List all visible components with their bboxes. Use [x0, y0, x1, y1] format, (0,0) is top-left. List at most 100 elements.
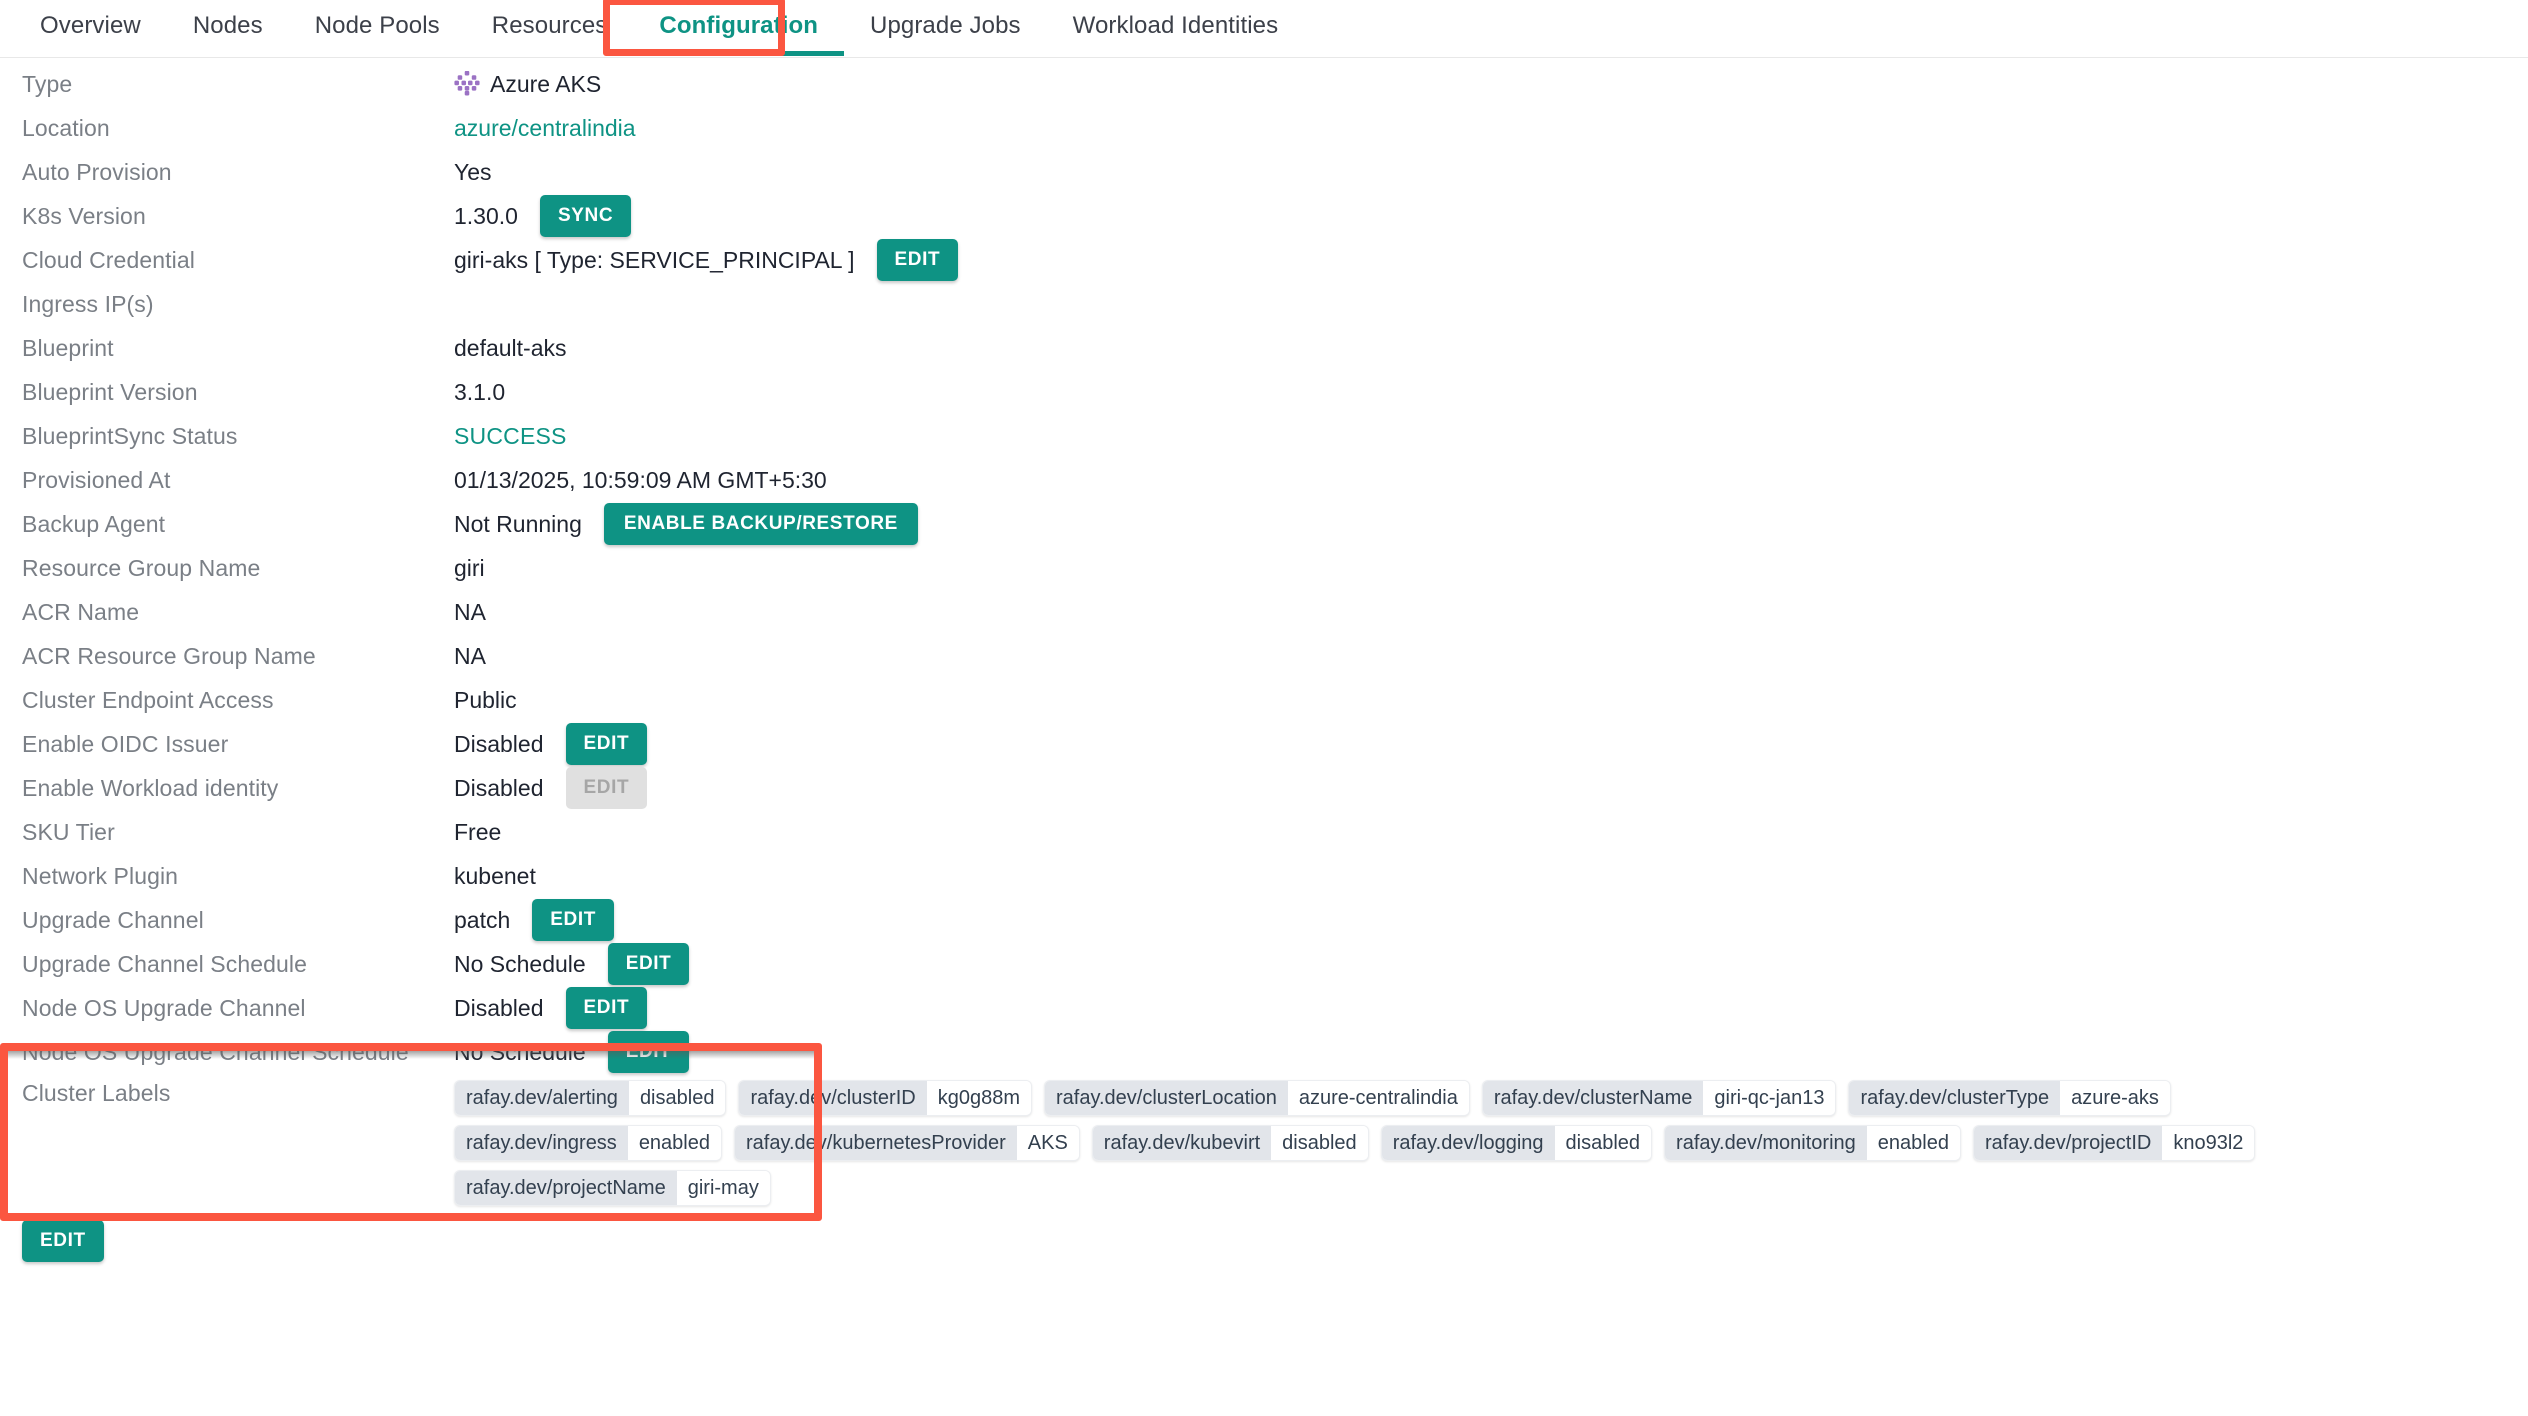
config-row-value: 01/13/2025, 10:59:09 AM GMT+5:30: [454, 458, 827, 502]
config-row: Blueprint Version 3.1.0: [0, 370, 2528, 414]
config-value-text: Disabled: [454, 774, 544, 801]
cluster-label-chip: rafay.dev/projectID kno93l2: [1972, 1125, 2256, 1161]
config-row-label: Node OS Upgrade Channel Schedule: [22, 1038, 409, 1065]
config-value-text: SUCCESS: [454, 422, 567, 449]
config-value-link[interactable]: azure/centralindia: [454, 115, 636, 142]
cluster-label-key: rafay.dev/projectName: [455, 1171, 677, 1205]
cluster-label-value: giri-qc-jan13: [1703, 1081, 1836, 1115]
tab-resources[interactable]: Resources: [466, 0, 634, 56]
cluster-labels-label: Cluster Labels: [22, 1080, 171, 1106]
config-row-value: 1.30.0 SYNC: [454, 194, 632, 238]
config-value-text: NA: [454, 598, 486, 625]
cluster-labels-edit-button[interactable]: EDIT: [22, 1220, 104, 1262]
sync-button[interactable]: SYNC: [539, 195, 632, 237]
config-value-text: Free: [454, 818, 502, 845]
cluster-label-chip: rafay.dev/logging disabled: [1380, 1125, 1653, 1161]
cluster-label-key: rafay.dev/kubernetesProvider: [735, 1126, 1017, 1160]
cluster-label-chip: rafay.dev/alerting disabled: [454, 1080, 727, 1116]
config-row-value: NA: [454, 634, 486, 678]
tab-upgrade-jobs[interactable]: Upgrade Jobs: [844, 0, 1047, 56]
config-value-text: default-aks: [454, 334, 567, 361]
cluster-label-key: rafay.dev/ingress: [455, 1126, 628, 1160]
edit-button[interactable]: EDIT: [532, 899, 614, 941]
tab-workload-identities[interactable]: Workload Identities: [1047, 0, 1305, 56]
tab-overview[interactable]: Overview: [14, 0, 167, 56]
config-row-label: Cluster Endpoint Access: [22, 686, 274, 713]
cluster-label-chip: rafay.dev/ingress enabled: [454, 1125, 722, 1161]
upgrade-channel-group: Upgrade Channel patch EDIT Upgrade Channel …: [0, 898, 2528, 1074]
cluster-label-value: kg0g88m: [926, 1081, 1031, 1115]
cluster-label-chip: rafay.dev/monitoring enabled: [1664, 1125, 1961, 1161]
config-row-value: default-aks: [454, 326, 567, 370]
cluster-label-value: disabled: [1271, 1126, 1368, 1160]
config-row: Auto Provision Yes: [0, 150, 2528, 194]
config-row-label: Auto Provision: [22, 158, 172, 185]
cluster-label-value: disabled: [628, 1081, 726, 1115]
cluster-label-key: rafay.dev/clusterID: [739, 1081, 927, 1115]
config-value-text: Disabled: [454, 730, 544, 757]
cluster-label-value: kno93l2: [2162, 1126, 2255, 1160]
config-value-text: No Schedule: [454, 1038, 586, 1065]
config-row: Backup Agent Not Running ENABLE BACKUP/RES…: [0, 502, 2528, 546]
cluster-labels-line: rafay.dev/alerting disabled rafay.dev/clus…: [454, 1080, 2255, 1116]
config-row-value: kubenet: [454, 854, 536, 898]
cluster-labels-row: Cluster Labels rafay.dev/alerting disable…: [0, 1080, 2528, 1206]
tab-node-pools[interactable]: Node Pools: [289, 0, 466, 56]
config-value-text: No Schedule: [454, 950, 586, 977]
config-value-text: kubenet: [454, 862, 536, 889]
config-row: Cloud Credential giri-aks [ Type: SERVICE…: [0, 238, 2528, 282]
cluster-label-key: rafay.dev/alerting: [455, 1081, 629, 1115]
config-row-value: Azure AKS: [454, 62, 601, 106]
config-row-label: Upgrade Channel: [22, 906, 204, 933]
config-row-label: ACR Name: [22, 598, 140, 625]
config-row: Cluster Endpoint Access Public: [0, 678, 2528, 722]
config-row: BlueprintSync Status SUCCESS: [0, 414, 2528, 458]
config-row-label: ACR Resource Group Name: [22, 642, 316, 669]
config-value-text: giri-aks [ Type: SERVICE_PRINCIPAL ]: [454, 246, 855, 273]
config-row-value: NA: [454, 590, 486, 634]
cluster-labels-line: rafay.dev/projectName giri-may: [454, 1170, 2255, 1206]
config-value-text: 01/13/2025, 10:59:09 AM GMT+5:30: [454, 466, 827, 493]
config-row-label: Provisioned At: [22, 466, 171, 493]
cluster-label-key: rafay.dev/logging: [1381, 1126, 1555, 1160]
tab-configuration[interactable]: Configuration: [633, 0, 844, 56]
cluster-label-key: rafay.dev/clusterName: [1482, 1081, 1704, 1115]
config-row-label: Backup Agent: [22, 510, 166, 537]
edit-button[interactable]: EDIT: [876, 239, 959, 281]
configuration-panel: Type Azure AKS Location azure/centralindia A…: [0, 58, 2528, 1262]
cluster-label-chip: rafay.dev/clusterType azure-aks: [1848, 1080, 2171, 1116]
config-row: Upgrade Channel Schedule No Schedule EDIT: [0, 942, 2528, 986]
cluster-label-key: rafay.dev/monitoring: [1665, 1126, 1867, 1160]
cluster-label-key: rafay.dev/kubevirt: [1092, 1126, 1272, 1160]
cluster-tabs: Overview Nodes Node Pools Resources Configur…: [0, 0, 2528, 58]
edit-button[interactable]: EDIT: [565, 987, 648, 1029]
config-row: Network Plugin kubenet: [0, 854, 2528, 898]
config-row: ACR Resource Group Name NA: [0, 634, 2528, 678]
config-row: Blueprint default-aks: [0, 326, 2528, 370]
config-row-value: No Schedule EDIT: [454, 942, 690, 986]
azure-aks-icon: [454, 71, 480, 96]
config-row-label: Blueprint: [22, 334, 114, 361]
config-row-value: patch EDIT: [454, 898, 614, 942]
config-row-label: Resource Group Name: [22, 554, 261, 581]
cluster-label-value: azure-centralindia: [1287, 1081, 1469, 1115]
config-row-label: Enable OIDC Issuer: [22, 730, 229, 757]
enable-backup-restore-button[interactable]: ENABLE BACKUP/RESTORE: [603, 503, 918, 545]
config-row-label: K8s Version: [22, 202, 146, 229]
config-row-label: Type: [22, 70, 73, 97]
config-row: Node OS Upgrade Channel Schedule No Sched…: [0, 1030, 2528, 1074]
edit-button[interactable]: EDIT: [565, 723, 648, 765]
config-value-text: 1.30.0: [454, 202, 518, 229]
config-value-text: patch: [454, 906, 511, 933]
edit-button[interactable]: EDIT: [607, 943, 690, 985]
cluster-label-chip: rafay.dev/kubernetesProvider AKS: [734, 1125, 1080, 1161]
config-row-value: Not Running ENABLE BACKUP/RESTORE: [454, 502, 918, 546]
config-row-label: BlueprintSync Status: [22, 422, 238, 449]
config-row-label: Enable Workload identity: [22, 774, 279, 801]
config-row: SKU Tier Free: [0, 810, 2528, 854]
config-row-value: Free: [454, 810, 501, 854]
edit-button[interactable]: EDIT: [607, 1031, 690, 1073]
config-value-text: NA: [454, 642, 486, 669]
config-row-label: Blueprint Version: [22, 378, 198, 405]
tab-nodes[interactable]: Nodes: [167, 0, 289, 56]
